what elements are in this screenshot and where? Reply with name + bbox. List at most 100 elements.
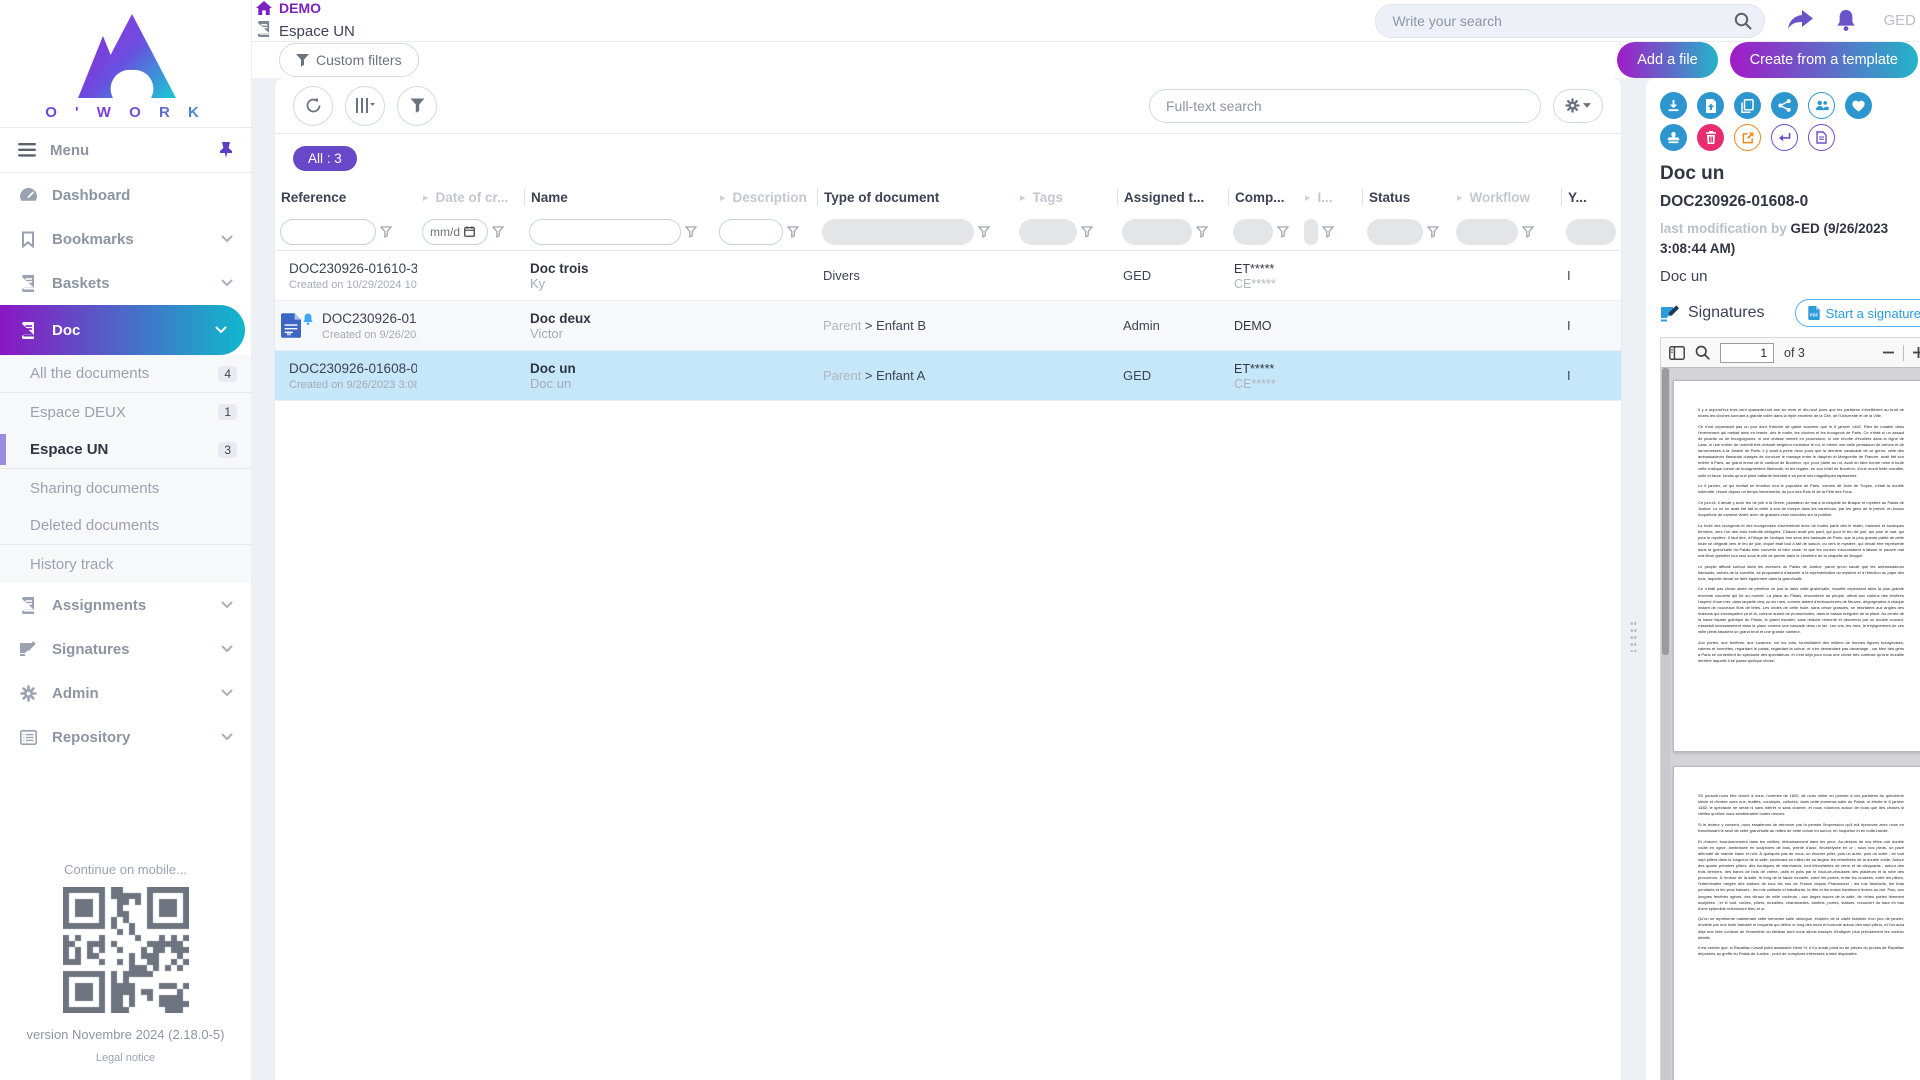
trash-icon bbox=[1705, 131, 1717, 144]
tab-all-count[interactable]: All : 3 bbox=[293, 146, 357, 171]
table-tabs: All : 3 bbox=[275, 134, 1621, 181]
column-header-assigned[interactable]: Assigned t... bbox=[1117, 188, 1228, 206]
notification-bell-icon[interactable] bbox=[1835, 9, 1857, 33]
filter-funnel-icon[interactable] bbox=[787, 226, 799, 238]
scrollbar-thumb[interactable] bbox=[1662, 368, 1669, 655]
share-button[interactable] bbox=[1771, 92, 1798, 119]
delete-button[interactable] bbox=[1697, 124, 1724, 151]
pdf-vertical-scrollbar[interactable] bbox=[1661, 368, 1670, 1080]
sidebar-item-deleted-documents[interactable]: Deleted documents bbox=[0, 507, 251, 545]
column-header-tags[interactable]: ▸Tags bbox=[1014, 188, 1117, 206]
column-header-type[interactable]: Type of document bbox=[817, 188, 1014, 206]
columns-button[interactable] bbox=[345, 86, 385, 126]
share-icon[interactable] bbox=[1787, 10, 1813, 32]
table-settings-button[interactable] bbox=[1553, 89, 1603, 123]
legal-notice-link[interactable]: Legal notice bbox=[96, 1052, 155, 1064]
document-created: Created on 9/26/2023 3:08:43 AM bbox=[289, 379, 417, 391]
filter-funnel-icon[interactable] bbox=[1427, 226, 1439, 238]
sidebar-item-sharing-documents[interactable]: Sharing documents bbox=[0, 469, 251, 507]
sidebar-item-espace-deux[interactable]: Espace DEUX 1 bbox=[0, 393, 251, 431]
document-info-button[interactable] bbox=[1808, 124, 1835, 151]
stamp-button[interactable] bbox=[1660, 124, 1687, 151]
panel-resize-handle[interactable] bbox=[1630, 620, 1637, 652]
column-header-company[interactable]: Comp... bbox=[1228, 188, 1299, 206]
filter-funnel-icon[interactable] bbox=[1277, 226, 1289, 238]
copy-button[interactable] bbox=[1734, 92, 1761, 119]
sidebar-item-admin[interactable]: Admin bbox=[0, 671, 251, 715]
sidebar-item-repository[interactable]: Repository bbox=[0, 715, 251, 759]
version-text: version Novembre 2024 (2.18.0-5) bbox=[0, 1027, 251, 1042]
sidebar-item-bookmarks[interactable]: Bookmarks bbox=[0, 217, 251, 261]
refresh-button[interactable] bbox=[293, 86, 333, 126]
sidebar-item-espace-un[interactable]: Espace UN 3 bbox=[0, 431, 251, 469]
download-button[interactable] bbox=[1660, 92, 1687, 119]
filter-description-input[interactable] bbox=[719, 219, 783, 245]
column-header-description[interactable]: ▸Description bbox=[714, 188, 817, 206]
filter-date-input[interactable]: mm/d bbox=[422, 219, 488, 245]
filter-funnel-icon[interactable] bbox=[685, 226, 697, 238]
global-search-input[interactable] bbox=[1392, 13, 1734, 29]
sidebar-item-all-documents[interactable]: All the documents 4 bbox=[0, 355, 251, 393]
sidebar-item-assignments[interactable]: Assignments bbox=[0, 583, 251, 627]
filter-tags-disabled bbox=[1019, 219, 1077, 245]
bookmark-icon bbox=[18, 231, 38, 248]
menu-label: Menu bbox=[50, 142, 205, 159]
filter-funnel-icon[interactable] bbox=[1081, 226, 1093, 238]
pdf-page-2: S'il pouvait nous être donné à nous, hom… bbox=[1673, 766, 1920, 1080]
search-icon[interactable] bbox=[1734, 12, 1752, 30]
return-button[interactable] bbox=[1771, 124, 1798, 151]
open-external-button[interactable] bbox=[1734, 124, 1761, 151]
zoom-in-icon[interactable] bbox=[1912, 346, 1920, 359]
table-row[interactable]: PDF DOC230926-01610-3Created on 10/29/20… bbox=[275, 251, 1621, 301]
create-from-template-button[interactable]: Create from a template bbox=[1730, 42, 1918, 78]
app-logo[interactable]: O ' W O R K bbox=[0, 0, 251, 127]
filter-funnel-icon[interactable] bbox=[978, 226, 990, 238]
breadcrumb-home[interactable]: DEMO bbox=[256, 0, 1375, 16]
sidebar-item-dashboard[interactable]: Dashboard bbox=[0, 173, 251, 217]
favorite-button[interactable] bbox=[1845, 92, 1872, 119]
filter-workflow-disabled bbox=[1456, 219, 1518, 245]
assign-users-button[interactable] bbox=[1808, 92, 1835, 119]
sidebar-item-history-track[interactable]: History track bbox=[0, 545, 251, 583]
filter-funnel-icon[interactable] bbox=[380, 226, 392, 238]
page-toolbar: Custom filters Add a file Create from a … bbox=[252, 42, 1920, 78]
table-row[interactable]: w DOC230926-01609-0Created on 9/26/2023 … bbox=[275, 301, 1621, 351]
column-header-status[interactable]: Status bbox=[1362, 188, 1451, 206]
zoom-out-icon[interactable] bbox=[1882, 346, 1895, 359]
document-type: > Enfant A bbox=[861, 368, 925, 383]
search-icon[interactable] bbox=[1695, 345, 1710, 360]
filter-reference-input[interactable] bbox=[280, 219, 376, 245]
upload-file-button[interactable] bbox=[1697, 92, 1724, 119]
menu-toggle-row[interactable]: Menu bbox=[0, 127, 251, 173]
sidebar-item-signatures[interactable]: Signatures bbox=[0, 627, 251, 671]
custom-filters-button[interactable]: Custom filters bbox=[279, 43, 419, 77]
column-header-y[interactable]: Y... bbox=[1561, 188, 1621, 206]
add-file-button[interactable]: Add a file bbox=[1617, 42, 1717, 78]
column-header-date[interactable]: ▸Date of cr... bbox=[417, 188, 524, 206]
filter-funnel-icon[interactable] bbox=[1522, 226, 1534, 238]
filter-button[interactable] bbox=[397, 86, 437, 126]
filter-name-input[interactable] bbox=[529, 219, 681, 245]
detail-description: Doc un bbox=[1660, 268, 1920, 285]
sidebar-toggle-icon[interactable] bbox=[1669, 346, 1685, 360]
alert-bell-icon bbox=[302, 313, 314, 326]
start-signature-button[interactable]: PDF Start a signature bbox=[1795, 299, 1920, 327]
column-header-name[interactable]: Name bbox=[524, 188, 714, 206]
chevron-down-icon bbox=[221, 684, 233, 702]
hamburger-icon[interactable] bbox=[18, 143, 36, 157]
column-header-workflow[interactable]: ▸Workflow bbox=[1451, 188, 1561, 206]
pin-icon[interactable] bbox=[219, 142, 233, 158]
user-menu[interactable]: GED bbox=[1883, 12, 1920, 29]
sidebar-item-baskets[interactable]: Baskets bbox=[0, 261, 251, 305]
page-number-input[interactable] bbox=[1720, 343, 1774, 363]
column-header-reference[interactable]: Reference bbox=[275, 188, 417, 206]
fulltext-search-input[interactable] bbox=[1166, 98, 1524, 114]
svg-text:w: w bbox=[286, 332, 292, 338]
filter-funnel-icon[interactable] bbox=[492, 226, 504, 238]
sidebar-item-doc[interactable]: Doc bbox=[0, 305, 245, 355]
filter-funnel-icon[interactable] bbox=[1322, 226, 1334, 238]
filter-funnel-icon[interactable] bbox=[1196, 226, 1208, 238]
column-header-i[interactable]: ▸I... bbox=[1299, 188, 1362, 206]
breadcrumb-space[interactable]: Espace UN bbox=[256, 21, 1375, 41]
table-row-selected[interactable]: PDF DOC230926-01608-0Created on 9/26/202… bbox=[275, 351, 1621, 401]
